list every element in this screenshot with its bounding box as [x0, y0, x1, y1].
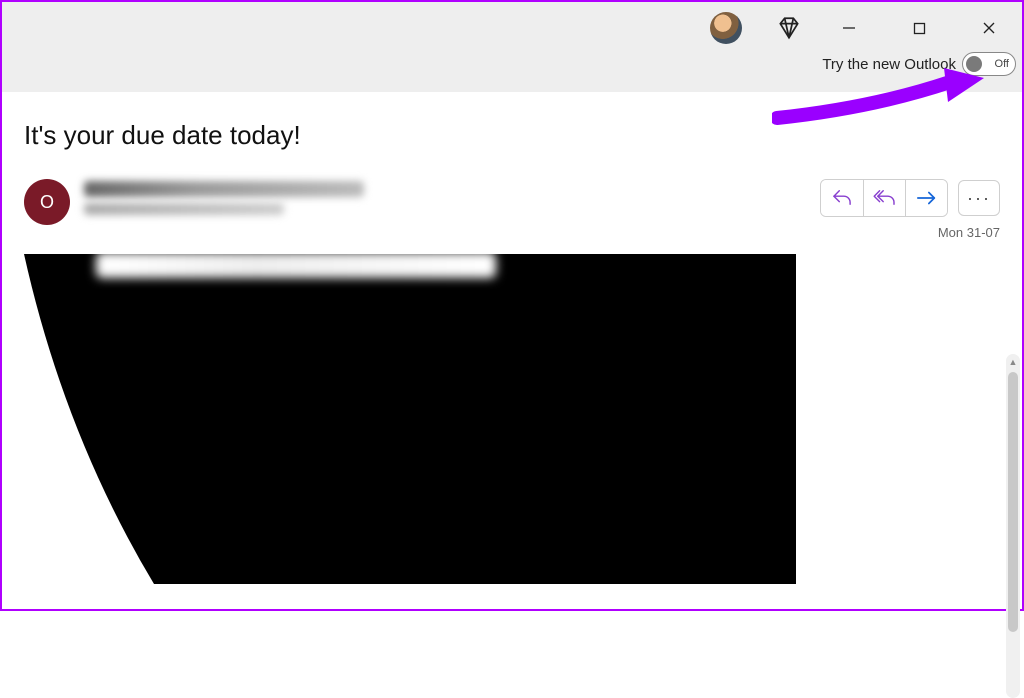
try-outlook-row: Try the new Outlook Off [822, 48, 1022, 92]
body-image-redacted [24, 254, 796, 584]
toggle-state-label: Off [995, 58, 1009, 70]
action-column: ··· Mon 31-07 [820, 179, 1000, 240]
maximize-button[interactable] [896, 13, 942, 43]
message-header: O ··· [24, 179, 1000, 240]
body-heading-redacted [96, 254, 496, 278]
titlebar: Try the new Outlook Off [2, 2, 1022, 92]
try-outlook-label: Try the new Outlook [822, 56, 956, 73]
scroll-up-arrow-icon[interactable]: ▲ [1006, 354, 1020, 370]
reply-button[interactable] [821, 180, 863, 216]
reply-all-button[interactable] [863, 180, 905, 216]
message-content: It's your due date today! O [2, 92, 1022, 609]
forward-button[interactable] [905, 180, 947, 216]
sender-initial: O [40, 192, 54, 213]
sender-avatar[interactable]: O [24, 179, 70, 225]
user-avatar[interactable] [710, 12, 742, 44]
more-icon: ··· [967, 188, 991, 209]
minimize-button[interactable] [826, 13, 872, 43]
message-actions: ··· [820, 179, 1000, 217]
sender-name-redacted [84, 181, 364, 197]
message-body [24, 254, 1000, 584]
vertical-scrollbar[interactable]: ▲ [1006, 354, 1020, 698]
toggle-knob [966, 56, 982, 72]
more-actions-button[interactable]: ··· [958, 180, 1000, 216]
sender-info [84, 179, 806, 221]
titlebar-controls [710, 2, 1022, 48]
close-button[interactable] [966, 13, 1012, 43]
new-outlook-toggle[interactable]: Off [962, 52, 1016, 76]
email-subject: It's your due date today! [24, 120, 1000, 151]
reply-forward-group [820, 179, 948, 217]
premium-diamond-icon[interactable] [776, 15, 802, 41]
recipient-redacted [84, 203, 284, 215]
message-date: Mon 31-07 [938, 225, 1000, 240]
scrollbar-thumb[interactable] [1008, 372, 1018, 632]
